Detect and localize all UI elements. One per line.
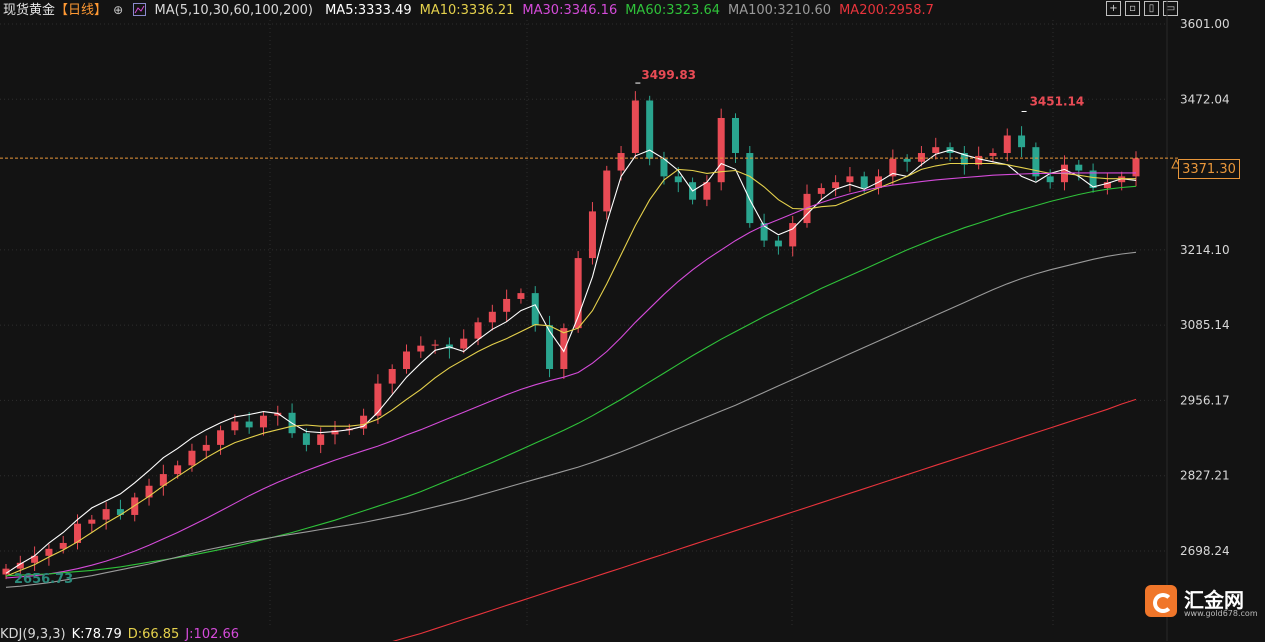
candle-body (903, 158, 911, 162)
candle-body (45, 548, 53, 556)
y-tick-label: 3085.14 (1180, 318, 1230, 332)
candle-body (302, 433, 310, 445)
candle-body (1032, 147, 1040, 177)
candle-body (617, 153, 625, 171)
candle-body (774, 240, 782, 247)
candle-body (102, 509, 110, 520)
candle-body (417, 345, 425, 352)
y-tick-label: 2827.21 (1180, 469, 1230, 483)
candle-body (631, 100, 639, 154)
high-label: 3499.83 (641, 68, 696, 82)
ma-line-1 (5, 162, 1136, 577)
candle-body (231, 421, 239, 431)
candle-body (917, 153, 925, 162)
y-tick-label: 3472.04 (1180, 92, 1230, 106)
candle-body (259, 415, 267, 428)
high-label: 3451.14 (1030, 94, 1085, 108)
candle-body (989, 153, 997, 156)
ma-line-2 (5, 172, 1136, 579)
candle-body (703, 182, 711, 200)
candlestick-chart[interactable]: 3601.00 3472.04 3214.10 3085.14 2956.17 2827.… (0, 0, 1265, 641)
candle-body (188, 450, 196, 466)
candle-body (1046, 176, 1054, 183)
candle-body (1075, 164, 1083, 171)
candle-body (202, 444, 210, 451)
logo-icon (1145, 585, 1177, 617)
candle-body (88, 519, 96, 524)
candle-body (503, 298, 511, 312)
candle-body (674, 176, 682, 183)
y-tick-label: 2698.24 (1180, 544, 1230, 558)
y-tick-label: 2956.17 (1180, 393, 1230, 407)
ma-line-5 (392, 398, 1137, 641)
candle-body (860, 176, 868, 189)
candle-body (116, 509, 124, 515)
current-price-label: 3371.30 (1178, 159, 1240, 179)
ma-line-3 (5, 185, 1137, 577)
candle-body (1003, 135, 1011, 154)
candle-body (59, 542, 67, 549)
candle-body (846, 176, 854, 183)
candle-body (317, 434, 325, 445)
candle-body (746, 153, 754, 224)
candle-body (517, 293, 525, 299)
candle-body (717, 117, 725, 183)
candle-body (374, 383, 382, 416)
kdj-indicator: KDJ(9,3,3) K:78.79 D:66.85 J:102.66 (0, 627, 240, 642)
low-label: 2656.73 (14, 572, 73, 587)
candle-body (817, 188, 825, 194)
candle-body (1132, 158, 1140, 177)
brand-logo: 汇金网 www.gold678.com (1140, 582, 1260, 622)
candle-body (731, 117, 739, 154)
candle-body (431, 344, 439, 346)
candle-body (403, 351, 411, 370)
candle-body (603, 170, 611, 212)
candle-body (488, 311, 496, 323)
candle-body (1018, 135, 1026, 148)
candle-body (217, 430, 225, 445)
candle-body (388, 369, 396, 384)
y-tick-label: 3601.00 (1180, 17, 1230, 31)
ma-line-4 (5, 251, 1137, 588)
candle-body (832, 182, 840, 189)
candle-body (932, 147, 940, 154)
candle-body (474, 322, 482, 339)
candle-body (174, 465, 182, 475)
y-tick-label: 3214.10 (1180, 243, 1230, 257)
ma-line-0 (5, 149, 1137, 574)
candle-body (460, 338, 468, 349)
candle-body (588, 211, 596, 259)
candle-body (245, 421, 253, 428)
